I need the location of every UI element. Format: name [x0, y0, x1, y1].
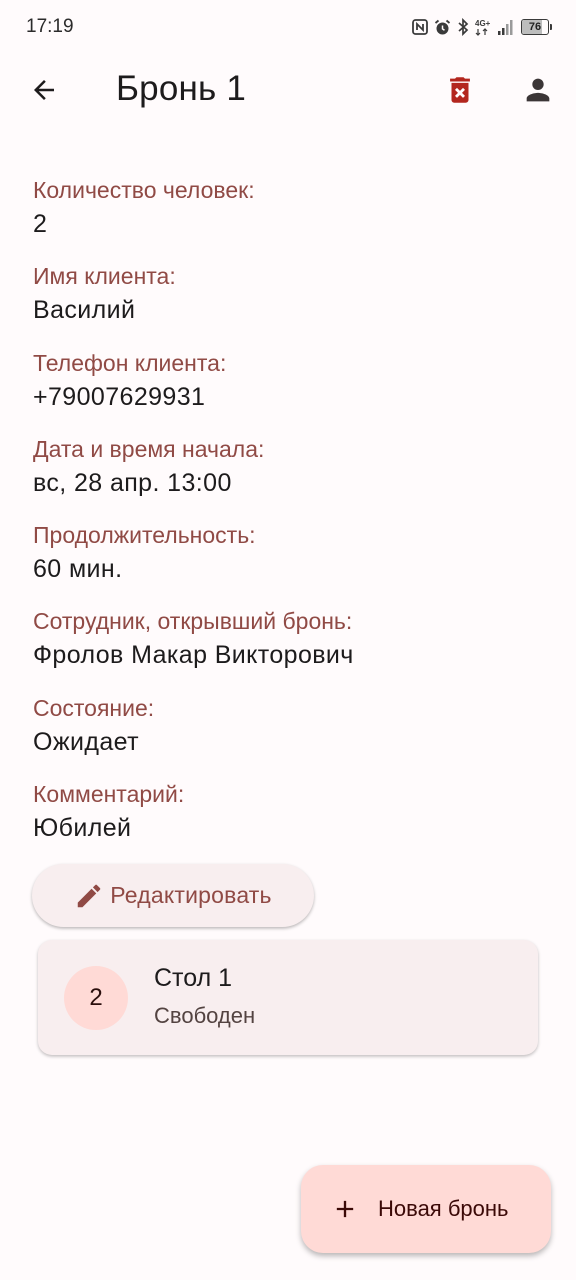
new-booking-fab[interactable]: Новая бронь	[301, 1165, 551, 1253]
alarm-icon	[434, 19, 451, 34]
field-employee: Сотрудник, открывший бронь: Фролов Макар…	[33, 605, 553, 691]
table-card[interactable]: 2 Стол 1 Свободен	[38, 940, 538, 1055]
field-value: Юбилей	[33, 814, 132, 843]
svg-text:4G+: 4G+	[475, 19, 491, 28]
field-label: Количество человек:	[33, 177, 255, 203]
field-value: Василий	[33, 296, 136, 325]
back-button[interactable]	[20, 66, 68, 114]
signal-icon	[498, 20, 513, 35]
table-status: Свободен	[154, 1003, 256, 1028]
field-value: 60 мин.	[33, 555, 123, 584]
person-icon	[526, 78, 550, 102]
field-value: вс, 28 апр. 13:00	[33, 468, 232, 497]
field-label: Телефон клиента:	[33, 349, 227, 376]
field-label: Комментарий:	[33, 781, 185, 808]
field-guests: Количество человек: 2	[33, 174, 553, 260]
booking-details: Количество человек: 2 Имя клиента: Васил…	[33, 174, 553, 864]
field-label: Продолжительность:	[33, 522, 256, 549]
add-icon	[336, 1200, 354, 1218]
nfc-icon	[412, 19, 428, 35]
field-value: 2	[33, 210, 48, 238]
field-value: Ожидает	[33, 727, 139, 756]
field-value: Фролов Макар Викторович	[33, 641, 354, 670]
app-bar: Бронь 1	[0, 56, 576, 124]
battery-level: 76	[528, 21, 542, 33]
field-duration: Продолжительность: 60 мин.	[33, 519, 553, 605]
status-icons: 4G+ 76	[412, 16, 552, 38]
status-time: 17:19	[26, 16, 74, 37]
delete-forever-icon	[450, 77, 470, 103]
field-start-datetime: Дата и время начала: вс, 28 апр. 13:00	[33, 433, 553, 519]
table-name: Стол 1	[154, 964, 233, 992]
field-label: Сотрудник, открывший бронь:	[33, 608, 353, 635]
field-label: Дата и время начала:	[33, 435, 265, 462]
network-4g-icon: 4G+	[475, 19, 491, 36]
field-value: +79007629931	[33, 382, 206, 411]
field-label: Имя клиента:	[33, 263, 176, 290]
field-label: Состояние:	[33, 694, 155, 721]
profile-button[interactable]	[514, 66, 562, 114]
status-bar: 17:19 4G+ 76	[0, 0, 576, 56]
page-title: Бронь 1	[116, 69, 247, 108]
fab-label: Новая бронь	[378, 1196, 509, 1221]
table-capacity-badge: 2	[64, 966, 128, 1030]
field-client-name: Имя клиента: Василий	[33, 260, 553, 346]
edit-button-label: Редактировать	[110, 882, 272, 908]
arrow-back-icon	[34, 80, 54, 100]
edit-pencil-icon	[78, 884, 101, 907]
delete-button[interactable]	[436, 66, 484, 114]
battery-icon: 76	[521, 19, 552, 35]
bluetooth-icon	[458, 18, 469, 36]
field-comment: Комментарий: Юбилей	[33, 778, 553, 864]
field-client-phone: Телефон клиента: +79007629931	[33, 347, 553, 433]
edit-button[interactable]: Редактировать	[32, 864, 314, 927]
field-state: Состояние: Ожидает	[33, 692, 553, 778]
